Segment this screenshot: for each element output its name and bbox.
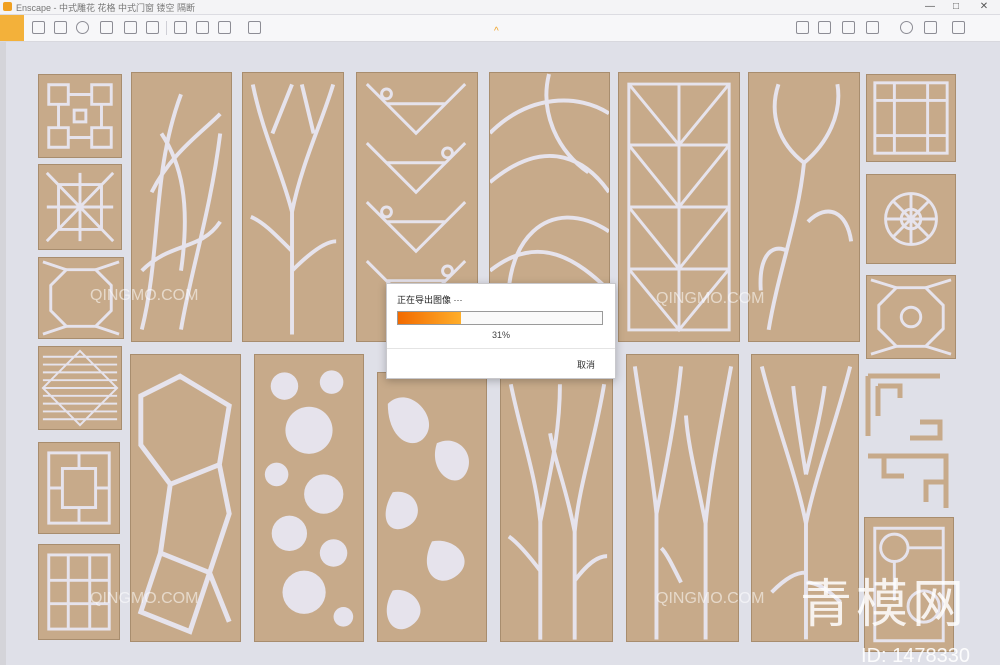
toolbar bbox=[0, 15, 1000, 42]
screenshot-icon[interactable] bbox=[124, 21, 137, 34]
asset-icon[interactable] bbox=[796, 21, 809, 34]
camera-icon[interactable] bbox=[76, 21, 89, 34]
window-title: Enscape - 中式雕花 花格 中式门窗 镂空 隔断 bbox=[16, 3, 196, 13]
export-progress-bar bbox=[397, 311, 603, 325]
lattice-panel bbox=[38, 74, 122, 158]
magnolia-panel bbox=[748, 72, 860, 342]
settings-icon[interactable] bbox=[866, 21, 879, 34]
title-bar: Enscape - 中式雕花 花格 中式门窗 镂空 隔断 — □ ✕ bbox=[0, 0, 1000, 15]
key-frame-panel bbox=[866, 74, 956, 162]
toolbar-separator bbox=[166, 21, 167, 35]
panorama-icon[interactable] bbox=[218, 21, 231, 34]
walk-icon[interactable] bbox=[100, 21, 113, 34]
batch-icon[interactable] bbox=[146, 21, 159, 34]
watermark-text: QINGMO.COM bbox=[656, 290, 765, 307]
diagonal-lines-panel bbox=[38, 346, 122, 430]
measure-icon[interactable] bbox=[54, 21, 67, 34]
bare-tree-panel bbox=[500, 372, 613, 642]
watermark-text: QINGMO.COM bbox=[656, 590, 765, 607]
maximize-button[interactable]: □ bbox=[946, 0, 966, 14]
watermark-text: QINGMO.COM bbox=[90, 590, 199, 607]
enscape-logo-icon bbox=[3, 2, 12, 11]
minimize-button[interactable]: — bbox=[920, 0, 940, 14]
dialog-title: 正在导出图像 ··· bbox=[397, 295, 463, 305]
corner-ornament bbox=[864, 372, 944, 442]
video-icon[interactable] bbox=[248, 21, 261, 34]
image-export-icon[interactable] bbox=[196, 21, 209, 34]
progress-fill bbox=[398, 312, 462, 324]
corner-ornament bbox=[864, 452, 950, 512]
cube-icon[interactable] bbox=[842, 21, 855, 34]
info-icon[interactable] bbox=[952, 21, 965, 34]
lattice-panel bbox=[38, 164, 122, 250]
progress-percent: 31% bbox=[491, 330, 510, 340]
medallion-panel bbox=[866, 275, 956, 359]
home-icon[interactable] bbox=[0, 15, 24, 41]
feedback-icon[interactable] bbox=[924, 21, 937, 34]
collapse-toolbar-icon[interactable]: ^ bbox=[494, 26, 499, 37]
tree-branch-panel bbox=[242, 72, 344, 342]
close-button[interactable]: ✕ bbox=[974, 0, 994, 14]
nested-square-panel bbox=[38, 442, 120, 534]
circles-panel bbox=[254, 354, 364, 642]
material-icon[interactable] bbox=[818, 21, 831, 34]
dialog-divider bbox=[387, 348, 615, 349]
pen-icon[interactable] bbox=[32, 21, 45, 34]
cancel-button[interactable]: 取消 bbox=[577, 358, 595, 371]
cloud-panel bbox=[377, 372, 487, 642]
export-icon[interactable] bbox=[174, 21, 187, 34]
render-viewport[interactable]: 正在导出图像 ··· 31% 取消 QINGMO.COM QINGMO.COM … bbox=[6, 42, 1000, 665]
export-progress-dialog: 正在导出图像 ··· 31% 取消 bbox=[386, 283, 616, 379]
watermark-text: QINGMO.COM bbox=[90, 287, 199, 304]
visual-settings-icon[interactable] bbox=[900, 21, 913, 34]
rosette-panel bbox=[866, 174, 956, 264]
watermark-id: ID: 1478330 bbox=[861, 645, 970, 665]
watermark-logo: 青模网 bbox=[799, 575, 968, 635]
